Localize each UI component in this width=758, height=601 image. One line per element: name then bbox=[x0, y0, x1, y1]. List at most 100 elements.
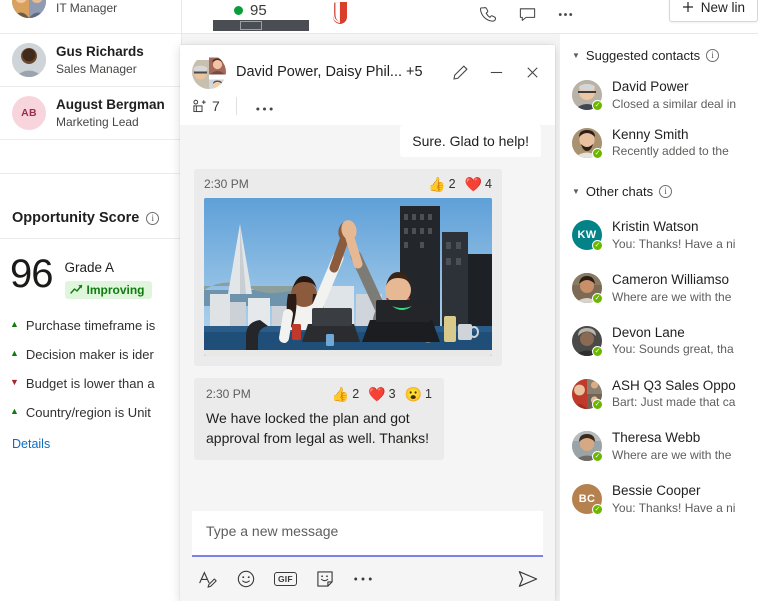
contact-row[interactable]: IT Manager bbox=[0, 0, 181, 34]
grade-wrap: Grade A Improving bbox=[64, 255, 152, 300]
chat-popout-window: David Power, Daisy Phil... +5 7 Sure. Gl… bbox=[180, 45, 555, 601]
presence-available-icon: ✓ bbox=[592, 504, 603, 515]
heart-icon: ❤️ bbox=[464, 176, 483, 192]
health-score-value: 95 bbox=[250, 2, 267, 19]
contact-name: ASH Q3 Sales Oppo bbox=[612, 377, 736, 393]
status-dot bbox=[234, 6, 243, 15]
info-icon[interactable]: i bbox=[146, 211, 160, 225]
presence-available-icon: ✓ bbox=[592, 147, 603, 159]
details-link[interactable]: Details bbox=[0, 427, 181, 451]
chat-header: David Power, Daisy Phil... +5 7 bbox=[180, 45, 555, 125]
more-options-icon[interactable] bbox=[353, 576, 373, 582]
contact-text: IT Manager bbox=[56, 0, 117, 16]
grade-label: Grade A bbox=[64, 260, 115, 275]
thumbs-up-reaction[interactable]: 👍 2 bbox=[332, 387, 359, 401]
trend-label: Improving bbox=[86, 282, 145, 297]
contact-role: IT Manager bbox=[56, 1, 118, 15]
group-header-suggested-contacts[interactable]: ▼ Suggested contacts i bbox=[560, 34, 758, 71]
presence-available-icon: ✓ bbox=[592, 293, 603, 305]
health-score: 95 bbox=[234, 2, 267, 19]
app-root: IT Manager Gus Richards Sales Manager AB bbox=[0, 0, 758, 601]
list-item[interactable]: ✓ ASH Q3 Sales Oppo Bart: Just made that… bbox=[560, 365, 758, 418]
edit-pencil-icon[interactable] bbox=[447, 59, 473, 85]
chat-subbar: 7 bbox=[192, 89, 545, 125]
high-five-photo bbox=[204, 198, 492, 356]
avatar: ✓ bbox=[572, 325, 603, 357]
close-icon[interactable] bbox=[519, 59, 545, 85]
contact-text: August Bergman Marketing Lead bbox=[56, 96, 165, 130]
triangle-up-icon: ▲ bbox=[10, 319, 19, 330]
people-count: 7 bbox=[212, 98, 220, 114]
avatar: ✓ bbox=[572, 378, 603, 410]
message-bubble[interactable]: 2:30 PM 👍 2 ❤️ 3 😮 1 We have locked the … bbox=[194, 378, 444, 460]
list-item[interactable]: ✓ Devon Lane You: Sounds great, tha bbox=[560, 312, 758, 365]
avatar-photo bbox=[12, 43, 46, 77]
list-item[interactable]: BC ✓ Bessie Cooper You: Thanks! Have a n… bbox=[560, 470, 758, 523]
more-icon[interactable] bbox=[554, 3, 576, 25]
contact-preview: Bart: Just made that ca bbox=[612, 395, 736, 410]
triangle-up-icon: ▲ bbox=[10, 347, 19, 358]
new-link-button[interactable]: New lin bbox=[668, 0, 758, 22]
message-image[interactable] bbox=[204, 198, 492, 356]
message-meta: 2:30 PM 👍 2 ❤️ 4 bbox=[204, 177, 492, 191]
info-icon[interactable]: i bbox=[706, 49, 720, 62]
add-people-button[interactable]: 7 bbox=[192, 98, 236, 114]
message-row: 2:30 PM 👍 2 ❤️ 4 bbox=[194, 169, 541, 366]
contact-row[interactable]: AB August Bergman Marketing Lead bbox=[0, 87, 181, 140]
list-item[interactable]: ✓ Cameron Williamso Where are we with th… bbox=[560, 259, 758, 312]
chat-more-options-icon[interactable] bbox=[237, 98, 292, 115]
reaction-count: 2 bbox=[448, 177, 456, 191]
message-bubble[interactable]: Sure. Glad to help! bbox=[400, 125, 541, 157]
office-app-icon[interactable] bbox=[330, 0, 350, 25]
chevron-down-icon[interactable]: ▼ bbox=[572, 51, 580, 60]
thumbs-up-reaction[interactable]: 👍 2 bbox=[428, 177, 455, 191]
triangle-up-icon: ▲ bbox=[10, 405, 19, 416]
factor-text: Purchase timeframe is bbox=[25, 318, 156, 334]
contact-name: David Power bbox=[612, 79, 689, 94]
chat-icon[interactable] bbox=[516, 3, 538, 25]
list-item: ▲ Purchase timeframe is bbox=[0, 312, 181, 341]
message-meta: 2:30 PM 👍 2 ❤️ 3 😮 1 bbox=[206, 387, 432, 401]
contact-preview: You: Thanks! Have a ni bbox=[612, 500, 736, 515]
contact-role: Sales Manager bbox=[56, 61, 137, 76]
reaction-count: 3 bbox=[388, 387, 396, 401]
emoji-icon[interactable] bbox=[236, 569, 256, 589]
format-text-icon[interactable] bbox=[198, 569, 218, 589]
gif-icon[interactable]: GIF bbox=[274, 571, 297, 587]
group-header-other-chats[interactable]: ▼ Other chats i bbox=[560, 166, 758, 207]
heart-reaction[interactable]: ❤️ 4 bbox=[465, 177, 492, 191]
contact-row[interactable]: Gus Richards Sales Manager bbox=[0, 34, 181, 87]
list-item-text: ASH Q3 Sales Oppo Bart: Just made that c… bbox=[612, 377, 736, 411]
send-icon[interactable] bbox=[517, 569, 539, 589]
contact-text: Gus Richards Sales Manager bbox=[56, 43, 144, 77]
avatar: ✓ bbox=[572, 431, 603, 463]
info-icon[interactable]: i bbox=[659, 185, 673, 199]
chevron-down-icon[interactable]: ▼ bbox=[572, 187, 580, 196]
phone-icon[interactable] bbox=[478, 3, 500, 25]
message-bubble[interactable]: 2:30 PM 👍 2 ❤️ 4 bbox=[194, 169, 502, 366]
reaction-group: 👍 2 ❤️ 4 bbox=[428, 177, 492, 191]
list-item: ▼ Budget is lower than a bbox=[0, 370, 181, 399]
thumbs-up-icon: 👍 bbox=[428, 176, 446, 192]
chat-header-row: David Power, Daisy Phil... +5 bbox=[192, 55, 545, 89]
progress-knob[interactable] bbox=[240, 21, 262, 30]
sticker-icon[interactable] bbox=[315, 569, 335, 589]
list-item-text: Cameron Williamso Where are we with the bbox=[612, 271, 731, 305]
top-icon-group bbox=[478, 3, 576, 25]
message-timestamp: 2:30 PM bbox=[204, 177, 249, 191]
chat-message-list[interactable]: Sure. Glad to help! 2:30 PM 👍 2 ❤️ 4 2:3… bbox=[180, 125, 555, 503]
chat-list-panel[interactable]: ▼ Suggested contacts i ✓ David Power Clo… bbox=[560, 34, 758, 601]
contact-name: August Bergman bbox=[56, 97, 165, 113]
contact-preview: Where are we with the bbox=[612, 447, 732, 462]
list-item[interactable]: ✓ Kenny Smith Recently added to the bbox=[560, 119, 758, 167]
list-item[interactable]: ✓ David Power Closed a similar deal in bbox=[560, 71, 758, 119]
minimize-icon[interactable] bbox=[483, 59, 509, 85]
surprised-reaction[interactable]: 😮 1 bbox=[405, 387, 432, 401]
chat-title: David Power, Daisy Phil... +5 bbox=[236, 64, 423, 80]
message-input[interactable]: Type a new message bbox=[192, 511, 543, 557]
list-item[interactable]: ✓ Theresa Webb Where are we with the bbox=[560, 417, 758, 470]
message-row: 2:30 PM 👍 2 ❤️ 3 😮 1 We have locked the … bbox=[194, 378, 541, 460]
heart-reaction[interactable]: ❤️ 3 bbox=[368, 387, 395, 401]
presence-available-icon: ✓ bbox=[592, 99, 603, 111]
list-item[interactable]: KW ✓ Kristin Watson You: Thanks! Have a … bbox=[560, 207, 758, 259]
